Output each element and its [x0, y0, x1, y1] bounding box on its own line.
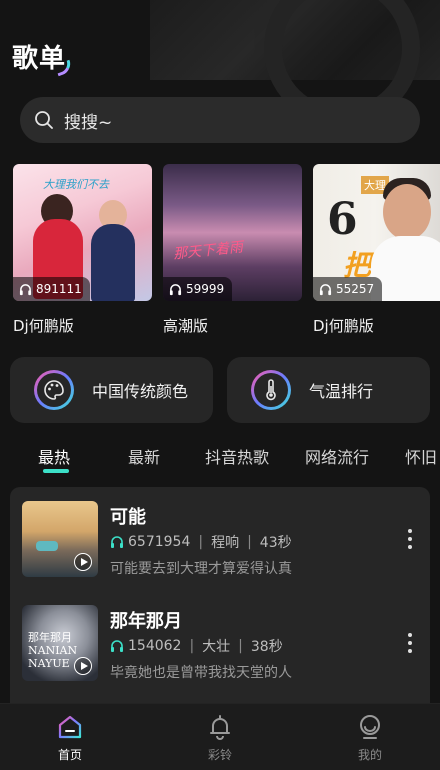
play-icon[interactable]: [74, 657, 92, 675]
palette-icon: [34, 370, 74, 410]
tab-home[interactable]: 首页: [40, 712, 100, 763]
tab-douyin[interactable]: 抖音热歌: [205, 444, 269, 468]
song-artist: 程响: [211, 535, 240, 551]
thermometer-icon: [251, 370, 291, 410]
feature-label: 中国传统颜色: [92, 382, 189, 401]
song-lyric: 可能要去到大理才算爱得认真: [110, 561, 292, 577]
header-background: [150, 0, 440, 126]
song-cover[interactable]: 那年那月 NANIAN NAYUE: [22, 605, 98, 681]
playlist-name[interactable]: 高潮版: [163, 315, 302, 336]
tab-hot[interactable]: 最热: [38, 444, 70, 468]
feature-label: 气温排行: [309, 382, 374, 401]
tab-label: 我的: [357, 748, 382, 762]
search-bar[interactable]: 搜搜~: [20, 97, 420, 143]
cover-title: 6: [327, 194, 358, 245]
song-title: 那年那月: [110, 611, 182, 632]
playlist-card[interactable]: 那天下着雨 59999 高潮版: [163, 164, 302, 336]
song-duration: 43秒: [259, 535, 292, 551]
tab-label: 彩铃: [207, 748, 232, 762]
play-count-badge: 891111: [13, 277, 90, 301]
playlist-card[interactable]: 6 大理 把刀 55257 Dj何鹏版: [313, 164, 440, 336]
tab-new[interactable]: 最新: [128, 444, 160, 468]
cover-title: 那天下着雨: [172, 239, 244, 263]
search-placeholder: 搜搜~: [64, 112, 113, 133]
song-list[interactable]: 可能 6571954 | 程响 | 43秒 可能要去到大理才算爱得认真 那年那月…: [10, 487, 430, 707]
headphones-icon: [19, 283, 32, 295]
playlist-cover[interactable]: 大理我们不去 891111: [13, 164, 152, 301]
song-cover[interactable]: [22, 501, 98, 577]
profile-icon: [360, 715, 380, 739]
playlist-name[interactable]: Dj何鹏版: [13, 315, 152, 336]
tab-profile[interactable]: 我的: [340, 712, 400, 763]
feature-card-colors[interactable]: 中国传统颜色: [10, 357, 213, 423]
song-duration: 38秒: [250, 639, 283, 655]
list-item[interactable]: 那年那月 NANIAN NAYUE 那年那月 154062 | 大壮 | 38秒…: [10, 591, 430, 681]
headphones-icon: [111, 536, 123, 548]
song-lyric: 毕竟她也是曾带我找天堂的人: [110, 665, 292, 681]
song-plays: 154062: [128, 638, 182, 654]
play-icon[interactable]: [74, 553, 92, 571]
headphones-icon: [169, 283, 182, 295]
song-meta: 154062 | 大壮 | 38秒: [110, 636, 283, 656]
tab-popular[interactable]: 网络流行: [305, 444, 369, 468]
home-icon: [58, 715, 82, 739]
play-count-badge: 55257: [313, 277, 383, 301]
playlist-cover[interactable]: 6 大理 把刀 55257: [313, 164, 440, 301]
tab-label: 首页: [57, 748, 82, 762]
song-plays: 6571954: [128, 534, 191, 550]
playlist-carousel[interactable]: 大理我们不去 891111 Dj何鹏版 那天下着雨 59999 高潮版 6 大理…: [13, 164, 440, 344]
song-title: 可能: [110, 507, 146, 528]
active-tab-indicator: [43, 469, 69, 473]
tab-nostalgic[interactable]: 怀旧: [405, 444, 437, 468]
search-icon: [35, 111, 53, 129]
playlist-name[interactable]: Dj何鹏版: [313, 315, 440, 336]
playlist-cover[interactable]: 那天下着雨 59999: [163, 164, 302, 301]
more-options-icon[interactable]: [408, 529, 412, 549]
list-item[interactable]: 可能 6571954 | 程响 | 43秒 可能要去到大理才算爱得认真: [10, 487, 430, 577]
playlist-card[interactable]: 大理我们不去 891111 Dj何鹏版: [13, 164, 152, 336]
play-count-badge: 59999: [163, 277, 233, 301]
song-meta: 6571954 | 程响 | 43秒: [110, 532, 292, 552]
feature-card-temperature[interactable]: 气温排行: [227, 357, 430, 423]
bell-icon: [210, 715, 230, 740]
headphones-icon: [111, 640, 123, 652]
more-options-icon[interactable]: [408, 633, 412, 653]
bottom-tab-bar: 首页 彩铃 我的: [0, 703, 440, 770]
song-artist: 大壮: [202, 639, 231, 655]
cover-title: 大理我们不去: [43, 178, 109, 191]
tab-ringtone[interactable]: 彩铃: [190, 712, 250, 763]
play-count: 59999: [186, 282, 225, 296]
category-tabs[interactable]: 最热 最新 抖音热歌 网络流行 怀旧: [0, 440, 440, 480]
play-count: 891111: [36, 282, 82, 296]
headphones-icon: [319, 283, 332, 295]
play-count: 55257: [336, 282, 375, 296]
